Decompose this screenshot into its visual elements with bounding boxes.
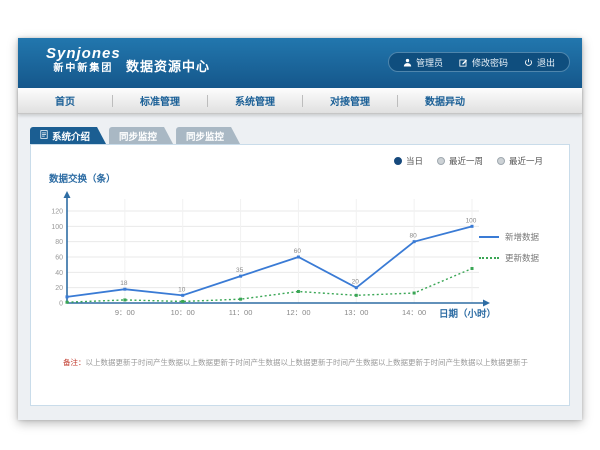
nav-item-interface-mgmt[interactable]: 对接管理 (303, 93, 397, 108)
nav-item-home[interactable]: 首页 (18, 93, 112, 108)
company-logo[interactable]: Synjones 新中新集团 (46, 45, 121, 75)
filter-option-label: 最近一月 (509, 155, 543, 167)
tab-sync-monitor-1[interactable]: 同步监控 (109, 127, 173, 144)
svg-text:100: 100 (466, 217, 477, 224)
svg-text:0: 0 (59, 301, 63, 308)
legend-item-new-data: 新增数据 (479, 231, 555, 243)
person-icon (403, 58, 412, 67)
footnote: 备注：以上数据更新于时间产生数据以上数据更新于时间产生数据以上数据更新于时间产生… (63, 357, 551, 368)
filter-option-label: 当日 (406, 155, 423, 167)
user-toolbar: 管理员 修改密码 退出 (388, 52, 570, 72)
svg-text:10: 10 (178, 286, 186, 293)
logo-brand-text: Synjones (46, 45, 121, 62)
edit-pencil-icon (459, 58, 468, 67)
line-chart: 0 20 40 60 80 100 120 9：00 10：00 11：00 12：00 13：00 1… (45, 191, 497, 327)
time-range-filter: 当日 最近一周 最近一月 (394, 155, 543, 167)
legend-item-update-data: 更新数据 (479, 252, 555, 264)
page-title: 数据资源中心 (126, 56, 210, 75)
tab-label: 系统介绍 (52, 129, 90, 143)
svg-text:80: 80 (55, 239, 63, 246)
chart-panel: 当日 最近一周 最近一月 数据交换（条） 0 20 40 60 80 100 120 9：00… (30, 144, 570, 406)
legend-label: 更新数据 (505, 252, 539, 264)
radio-selected-icon (394, 157, 402, 165)
document-icon (40, 130, 48, 142)
main-nav: 首页 标准管理 系统管理 对接管理 数据异动 (18, 88, 582, 114)
tab-sync-monitor-2[interactable]: 同步监控 (176, 127, 240, 144)
green-dotted-swatch-icon (479, 257, 499, 259)
svg-text:18: 18 (120, 280, 128, 287)
svg-text:14：00: 14：00 (402, 308, 426, 317)
nav-item-data-change[interactable]: 数据异动 (398, 93, 492, 108)
svg-text:100: 100 (51, 224, 63, 231)
current-user-button[interactable]: 管理员 (403, 56, 443, 69)
current-user-label: 管理员 (416, 56, 443, 69)
tab-system-intro[interactable]: 系统介绍 (30, 127, 106, 144)
blue-line-swatch-icon (479, 236, 499, 238)
nav-item-standard-mgmt[interactable]: 标准管理 (113, 93, 207, 108)
svg-text:12：00: 12：00 (286, 308, 310, 317)
radio-unselected-icon (497, 157, 505, 165)
app-window: Synjones 新中新集团 数据资源中心 管理员 修改密码 退出 (18, 38, 582, 420)
footnote-prefix: 备注： (63, 358, 86, 367)
nav-item-system-mgmt[interactable]: 系统管理 (208, 93, 302, 108)
power-icon (524, 58, 533, 67)
svg-text:120: 120 (51, 209, 63, 216)
filter-option-last-month[interactable]: 最近一月 (497, 155, 543, 167)
footnote-text: 以上数据更新于时间产生数据以上数据更新于时间产生数据以上数据更新于时间产生数据以… (86, 358, 529, 367)
logout-button[interactable]: 退出 (524, 56, 555, 69)
filter-option-label: 最近一周 (449, 155, 483, 167)
filter-option-last-week[interactable]: 最近一周 (437, 155, 483, 167)
radio-unselected-icon (437, 157, 445, 165)
chart-legend: 新增数据 更新数据 (479, 231, 555, 273)
svg-text:40: 40 (55, 270, 63, 277)
legend-label: 新增数据 (505, 231, 539, 243)
svg-text:10：00: 10：00 (171, 308, 195, 317)
logout-label: 退出 (537, 56, 555, 69)
svg-text:35: 35 (236, 267, 244, 274)
filter-option-today[interactable]: 当日 (394, 155, 423, 167)
svg-text:60: 60 (294, 248, 302, 255)
header-bar: Synjones 新中新集团 数据资源中心 管理员 修改密码 退出 (18, 38, 582, 88)
logo-company-name: 新中新集团 (46, 62, 121, 75)
svg-text:80: 80 (410, 233, 418, 240)
svg-text:9：00: 9：00 (115, 308, 135, 317)
x-axis-title: 日期（小时） (439, 306, 496, 320)
svg-text:20: 20 (352, 279, 360, 286)
svg-text:20: 20 (55, 285, 63, 292)
tab-bar: 系统介绍 同步监控 同步监控 (30, 127, 243, 144)
svg-text:11：00: 11：00 (229, 308, 253, 317)
change-password-label: 修改密码 (472, 56, 508, 69)
svg-text:13：00: 13：00 (344, 308, 368, 317)
y-axis-title: 数据交换（条） (49, 171, 116, 185)
svg-text:60: 60 (55, 255, 63, 262)
tab-label: 同步监控 (119, 129, 157, 143)
change-password-button[interactable]: 修改密码 (459, 56, 508, 69)
tab-label: 同步监控 (186, 129, 224, 143)
